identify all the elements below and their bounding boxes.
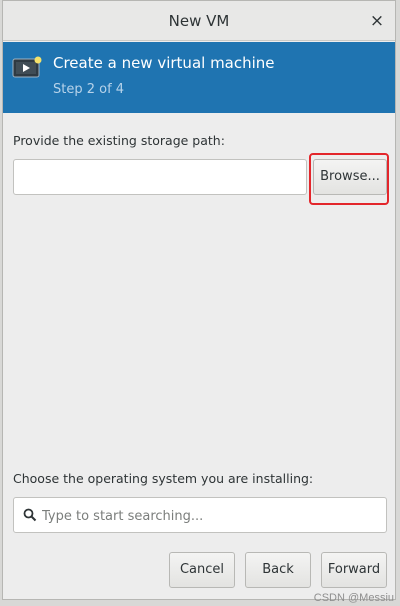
close-icon[interactable]: × <box>365 9 389 33</box>
os-label: Choose the operating system you are inst… <box>13 471 314 486</box>
forward-button[interactable]: Forward <box>321 552 387 588</box>
watermark: CSDN @Messiu <box>313 592 394 604</box>
vm-monitor-icon <box>12 56 42 78</box>
window-title: New VM <box>168 12 230 30</box>
new-vm-dialog: New VM × Create a new virtual machine St… <box>2 0 396 600</box>
search-icon <box>23 508 37 522</box>
wizard-banner: Create a new virtual machine Step 2 of 4 <box>3 42 395 113</box>
os-search-field[interactable] <box>13 497 387 534</box>
cancel-button[interactable]: Cancel <box>169 552 235 588</box>
storage-path-input[interactable] <box>13 159 307 195</box>
titlebar: New VM × <box>3 1 395 41</box>
browse-button[interactable]: Browse... <box>313 159 387 195</box>
banner-step: Step 2 of 4 <box>53 82 125 97</box>
back-button[interactable]: Back <box>245 552 311 588</box>
banner-title: Create a new virtual machine <box>53 54 275 72</box>
storage-path-label: Provide the existing storage path: <box>13 133 225 148</box>
os-search-input[interactable] <box>40 498 384 534</box>
